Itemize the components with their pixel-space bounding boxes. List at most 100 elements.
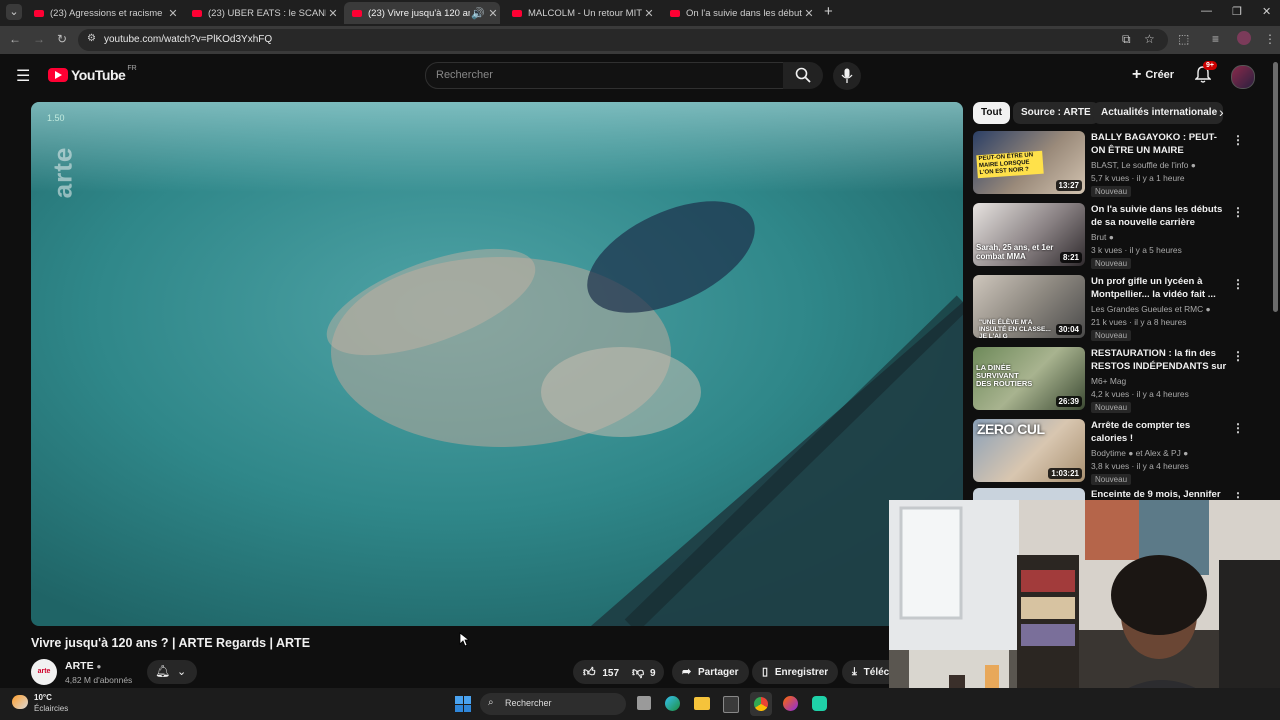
edge-icon[interactable] <box>665 696 680 711</box>
browser-tab[interactable]: On l'a suivie dans les débuts de ✕ <box>662 2 816 24</box>
taskbar-search-input[interactable]: ⌕ Rechercher <box>480 693 626 715</box>
firefox-icon[interactable] <box>783 696 798 711</box>
recommendation-item[interactable]: Sarah, 25 ans, et 1er combat MMA 8:21 On… <box>973 203 1244 271</box>
share-button[interactable]: ➦ Partager <box>672 660 749 684</box>
new-badge: Nouveau <box>1091 402 1132 413</box>
chip-source-arte[interactable]: Source : ARTE <box>1013 102 1099 124</box>
recommendation-item[interactable]: "UNE ÉLÈVE M'A INSULTÉ EN CLASSE... JE L… <box>973 275 1244 343</box>
maximize-icon[interactable]: ❐ <box>1232 5 1242 18</box>
more-options-icon[interactable]: ⋮ <box>1232 490 1243 500</box>
rec-title[interactable]: On l'a suivie dans les débuts de sa nouv… <box>1091 203 1227 229</box>
verified-icon: ● <box>1128 448 1134 458</box>
channel-name-row[interactable]: ARTE ● <box>65 660 101 672</box>
url-text: youtube.com/watch?v=PlKOd3YxhFQ <box>104 34 273 45</box>
back-icon[interactable]: ← <box>9 32 21 46</box>
save-button[interactable]: ▯ Enregistrer <box>752 660 839 684</box>
duration-badge: 26:39 <box>1055 396 1082 407</box>
recommendation-item[interactable]: PEUT-ON ÊTRE UN MAIRE LORSQUE L'ON EST N… <box>973 131 1244 199</box>
rec-title[interactable]: Un prof gifle un lycéen à Montpellier...… <box>1091 275 1227 301</box>
rec-title[interactable]: Enceinte de 9 mois, Jennifer a <box>1091 488 1227 500</box>
create-button[interactable]: + Créer <box>1132 66 1174 84</box>
youtube-favicon-icon <box>192 9 202 17</box>
cast-icon[interactable]: ⧉ <box>1122 32 1131 47</box>
store-icon[interactable] <box>723 696 739 713</box>
app-icon[interactable] <box>812 696 827 711</box>
close-tab-icon[interactable]: ✕ <box>642 7 656 20</box>
address-bar[interactable]: ⚙ youtube.com/watch?v=PlKOd3YxhFQ ⧉ ☆ <box>78 29 1168 51</box>
rec-channel-name: M6+ Mag <box>1091 376 1127 386</box>
chip-actualites[interactable]: Actualités internationale <box>1093 102 1223 124</box>
video-thumbnail[interactable]: Sarah, 25 ans, et 1er combat MMA 8:21 <box>973 203 1085 266</box>
new-tab-icon[interactable]: + <box>824 3 833 20</box>
youtube-favicon-icon <box>670 9 680 17</box>
video-thumbnail[interactable]: ZERO CUL 1:03:21 <box>973 419 1085 482</box>
task-view-icon[interactable] <box>637 696 651 710</box>
chip-all[interactable]: Tout <box>973 102 1010 124</box>
rec-channel[interactable]: Bodytime ● et Alex & PJ ● <box>1091 448 1188 458</box>
rec-title[interactable]: Arrête de compter tes calories ! <box>1091 419 1227 445</box>
rec-channel[interactable]: BLAST, Le souffle de l'info ● <box>1091 160 1196 170</box>
page-scrollbar[interactable] <box>1273 62 1278 312</box>
logo-text: YouTube <box>71 67 126 83</box>
rec-title[interactable]: BALLY BAGAYOKO : PEUT-ON ÊTRE UN MAIRE L… <box>1091 131 1227 157</box>
rec-channel[interactable]: M6+ Mag <box>1091 376 1126 386</box>
notifications-button[interactable]: 9+ <box>1194 61 1217 86</box>
account-avatar[interactable] <box>1231 65 1255 89</box>
browser-tab[interactable]: (23) UBER EATS : le SCANDALE ✕ <box>184 2 340 24</box>
channel-avatar[interactable]: arte <box>31 659 57 685</box>
rec-title[interactable]: RESTAURATION : la fin des RESTOS INDÉPEN… <box>1091 347 1227 373</box>
search-button[interactable] <box>783 62 823 89</box>
video-frame <box>31 102 963 626</box>
browser-menu-icon[interactable]: ⋮ <box>1264 32 1276 46</box>
recommendation-item[interactable]: LA DINÉE SURVIVANT DES ROUTIERS 26:39 RE… <box>973 347 1244 415</box>
rec-meta: 3 k vues · il y a 5 heures <box>1091 245 1182 255</box>
video-thumbnail[interactable]: "UNE ÉLÈVE M'A INSULTÉ EN CLASSE... JE L… <box>973 275 1085 338</box>
rec-channel[interactable]: Brut ● <box>1091 232 1114 242</box>
tab-search-icon[interactable]: ⌄ <box>6 4 22 20</box>
plus-icon: + <box>1132 66 1142 83</box>
video-thumbnail[interactable]: LA DINÉE SURVIVANT DES ROUTIERS 26:39 <box>973 347 1085 410</box>
youtube-logo[interactable]: YouTube FR <box>48 65 137 83</box>
more-options-icon[interactable]: ⋮ <box>1232 277 1244 291</box>
more-options-icon[interactable]: ⋮ <box>1232 421 1244 435</box>
site-info-icon[interactable]: ⚙ <box>87 33 96 44</box>
close-tab-icon[interactable]: ✕ <box>802 7 816 20</box>
browser-tab-active[interactable]: (23) Vivre jusqu'à 120 ans ? 🔊 ✕ <box>344 2 500 24</box>
forward-icon[interactable]: → <box>33 32 45 46</box>
video-player[interactable]: 1.50 arte <box>31 102 963 626</box>
chevron-right-icon[interactable]: › <box>1219 104 1224 120</box>
profile-avatar-icon[interactable] <box>1237 31 1251 45</box>
video-thumbnail[interactable]: PEUT-ON ÊTRE UN MAIRE LORSQUE L'ON EST N… <box>973 131 1085 194</box>
thumbs-up-icon: 👍︎ <box>583 665 596 679</box>
more-options-icon[interactable]: ⋮ <box>1232 133 1244 147</box>
rec-channel-name: Bodytime <box>1091 448 1126 458</box>
taskbar-search-placeholder: Rechercher <box>505 698 552 708</box>
search-input[interactable]: Rechercher <box>425 62 784 89</box>
reload-icon[interactable]: ↻ <box>57 32 67 46</box>
chrome-taskbar-button[interactable] <box>750 692 772 716</box>
rec-channel[interactable]: Les Grandes Gueules et RMC ● <box>1091 304 1211 314</box>
close-tab-icon[interactable]: ✕ <box>326 7 340 20</box>
video-thumbnail[interactable] <box>973 488 1085 500</box>
voice-search-button[interactable] <box>833 62 861 90</box>
recommendation-item[interactable]: Enceinte de 9 mois, Jennifer a ⋮ <box>973 488 1243 500</box>
file-explorer-icon[interactable] <box>694 697 710 710</box>
menu-hamburger-icon[interactable]: ☰ <box>16 66 30 86</box>
more-options-icon[interactable]: ⋮ <box>1232 349 1244 363</box>
more-options-icon[interactable]: ⋮ <box>1232 205 1244 219</box>
dislike-button[interactable]: 👎︎ 9 <box>624 660 664 684</box>
recommendation-item[interactable]: ZERO CUL 1:03:21 Arrête de compter tes c… <box>973 419 1244 487</box>
subscription-bell-button[interactable]: 🔔︎ ⌄ <box>147 660 197 684</box>
close-tab-icon[interactable]: ✕ <box>486 7 500 20</box>
media-control-icon[interactable]: ≡ <box>1212 32 1219 46</box>
windows-start-icon[interactable] <box>455 696 471 712</box>
extensions-icon[interactable]: ⬚ <box>1178 32 1189 46</box>
bookmark-star-icon[interactable]: ☆ <box>1144 32 1155 46</box>
close-tab-icon[interactable]: ✕ <box>166 7 180 20</box>
browser-tab[interactable]: MALCOLM - Un retour MITIGÉ ✕ <box>504 2 656 24</box>
browser-toolbar: ← → ↻ ⚙ youtube.com/watch?v=PlKOd3YxhFQ … <box>0 26 1280 54</box>
thumbnail-caption: ZERO CUL <box>977 421 1045 437</box>
minimize-icon[interactable]: — <box>1201 5 1212 17</box>
close-window-icon[interactable]: ✕ <box>1262 5 1271 18</box>
browser-tab[interactable]: (23) Agressions et racisme : le c ✕ <box>26 2 180 24</box>
